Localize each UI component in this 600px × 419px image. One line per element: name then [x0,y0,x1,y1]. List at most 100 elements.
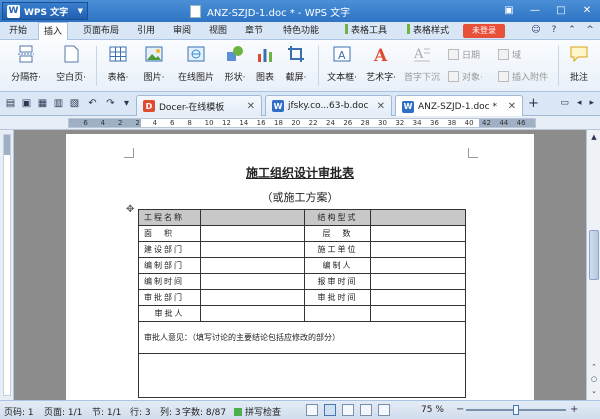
spell-check-button[interactable]: 拼写检查 [234,405,281,418]
tab-scroll-left-icon[interactable]: ◂ [577,98,582,108]
table-cell[interactable] [200,209,305,226]
textbox-button[interactable]: A 文本框· [322,44,362,83]
table-cell[interactable]: 工程名称 [138,209,201,226]
table-cell[interactable] [200,241,305,258]
menu-home[interactable]: 开始 [4,22,32,40]
document-page[interactable]: 施工组织设计审批表 （或施工方案） ✥ 工程名称 结构型式 面 积 层 数 建设… [66,134,534,402]
menu-view[interactable]: 视图 [204,22,232,40]
table-cell[interactable] [370,305,466,322]
field-button[interactable]: 域 [498,48,521,61]
menu-table-style[interactable]: 表格样式 [400,22,456,40]
redo-icon[interactable]: ↷ [104,97,117,110]
next-page-icon[interactable]: ⌄ [589,386,599,396]
save-icon[interactable]: ▣ [20,97,33,110]
zoom-level[interactable]: 75 % [421,405,444,415]
format-painter-icon[interactable]: ▧ [68,97,81,110]
prev-page-icon[interactable]: ⌃ [589,362,599,372]
reading-view-icon[interactable] [378,404,390,416]
status-page[interactable]: 页面: 1/1 [44,405,82,418]
ribbon-collapse-icon[interactable]: ^ [584,24,596,36]
picture-button[interactable]: 图片· [138,44,170,83]
menu-special[interactable]: 特色功能 [276,22,326,40]
print-icon[interactable]: ▥ [52,97,65,110]
open-folder-icon[interactable]: ▤ [4,97,17,110]
skin-icon[interactable]: ▣ [496,0,522,20]
menu-chapter[interactable]: 章节 [240,22,268,40]
shapes-button[interactable]: 形状· [220,44,250,83]
minimize-icon[interactable]: — [522,0,548,20]
attachment-button[interactable]: 插入附件 [498,70,548,83]
table-cell[interactable] [200,273,305,290]
menu-references[interactable]: 引用 [132,22,160,40]
print-preview-icon[interactable]: ▦ [36,97,49,110]
approval-table[interactable]: 工程名称 结构型式 面 积 层 数 建设部门 施工单位 编制部门 编制人 编制时… [138,209,466,398]
close-tab-icon[interactable]: ✕ [508,101,516,112]
vertical-scrollbar[interactable]: ▲ ⌃ ○ ⌄ [586,130,600,400]
full-screen-view-icon[interactable] [306,404,318,416]
table-cell[interactable] [138,353,466,398]
zoom-in-icon[interactable]: + [570,404,578,415]
table-cell[interactable]: 面 积 [138,225,201,242]
table-cell[interactable] [370,289,466,306]
app-menu-button[interactable]: W WPS 文字 ▼ [2,2,88,20]
undo-icon[interactable]: ↶ [86,97,99,110]
table-cell[interactable]: 编制人 [304,257,371,274]
maximize-icon[interactable]: □ [548,0,574,20]
table-cell[interactable] [370,257,466,274]
close-icon[interactable]: ✕ [574,0,600,20]
table-cell[interactable] [200,289,305,306]
tab-docer-templates[interactable]: D Docer-在线模板 ✕ [136,95,262,116]
menu-review[interactable]: 审阅 [168,22,196,40]
scroll-up-icon[interactable]: ▲ [589,132,599,142]
scrollbar-thumb[interactable] [589,230,599,280]
table-cell[interactable]: 编制部门 [138,257,201,274]
wordart-button[interactable]: A 艺术字· [364,44,398,83]
help-icon[interactable]: ? [548,24,560,36]
table-cell[interactable]: 施工单位 [304,241,371,258]
status-page-code[interactable]: 页码: 1 [4,405,34,418]
table-cell[interactable]: 审批人 [138,305,201,322]
zoom-out-icon[interactable]: − [456,404,464,415]
table-cell[interactable]: 编制时间 [138,273,201,290]
table-cell[interactable] [200,257,305,274]
document-workspace[interactable]: 施工组织设计审批表 （或施工方案） ✥ 工程名称 结构型式 面 积 层 数 建设… [14,130,586,402]
vertical-ruler[interactable] [0,130,14,400]
table-cell[interactable]: 审批时间 [304,289,371,306]
table-move-handle-icon[interactable]: ✥ [126,204,134,215]
status-section[interactable]: 节: 1/1 [92,405,121,418]
screenshot-button[interactable]: 截屏· [280,44,312,83]
quick-access-menu-icon[interactable]: ▾ [120,97,133,110]
online-picture-button[interactable]: 在线图片 [172,44,220,83]
object-button[interactable]: 对象· [448,70,483,83]
table-cell[interactable]: 报审时间 [304,273,371,290]
table-button[interactable]: 表格· [102,44,134,83]
select-browse-icon[interactable]: ○ [589,374,599,384]
blank-page-button[interactable]: 空白页· [50,44,92,83]
more-icon[interactable]: ⌃ [566,24,578,36]
tab-anz-szjd-doc[interactable]: W ANZ-SZJD-1.doc * ✕ [395,95,523,117]
table-cell[interactable]: 建设部门 [138,241,201,258]
tab-list-icon[interactable]: ▭ [560,98,569,108]
smile-icon[interactable]: ☺ [530,24,542,36]
horizontal-ruler[interactable]: 6 4 2 2 4 6 8 10 12 14 16 18 20 22 24 26 28 30 32 34 36 38 40 4… [0,116,600,130]
chart-button[interactable]: 图表 [252,44,278,83]
table-cell[interactable] [370,209,466,226]
page-view-icon[interactable] [324,404,336,416]
drop-cap-button[interactable]: A 首字下沉 [400,44,444,83]
new-tab-icon[interactable]: + [528,97,539,110]
opinion-cell[interactable]: 审批人意见：（填写讨论的主要结论包括应修改的部分） [138,321,466,354]
web-view-icon[interactable] [360,404,372,416]
login-button[interactable]: 未登录 [463,24,505,38]
comment-button[interactable]: 批注 [562,44,596,83]
close-tab-icon[interactable]: ✕ [377,101,385,112]
date-button[interactable]: 日期 [448,48,480,61]
table-cell[interactable]: 层 数 [304,225,371,242]
status-word-count[interactable]: 字数: 8/87 [182,405,226,418]
table-cell[interactable] [370,225,466,242]
status-col[interactable]: 列: 3 [160,405,181,418]
tab-scroll-right-icon[interactable]: ▸ [589,98,594,108]
page-break-button[interactable]: 分隔符· [4,44,48,83]
outline-view-icon[interactable] [342,404,354,416]
table-cell[interactable] [200,305,305,322]
table-cell[interactable] [370,273,466,290]
